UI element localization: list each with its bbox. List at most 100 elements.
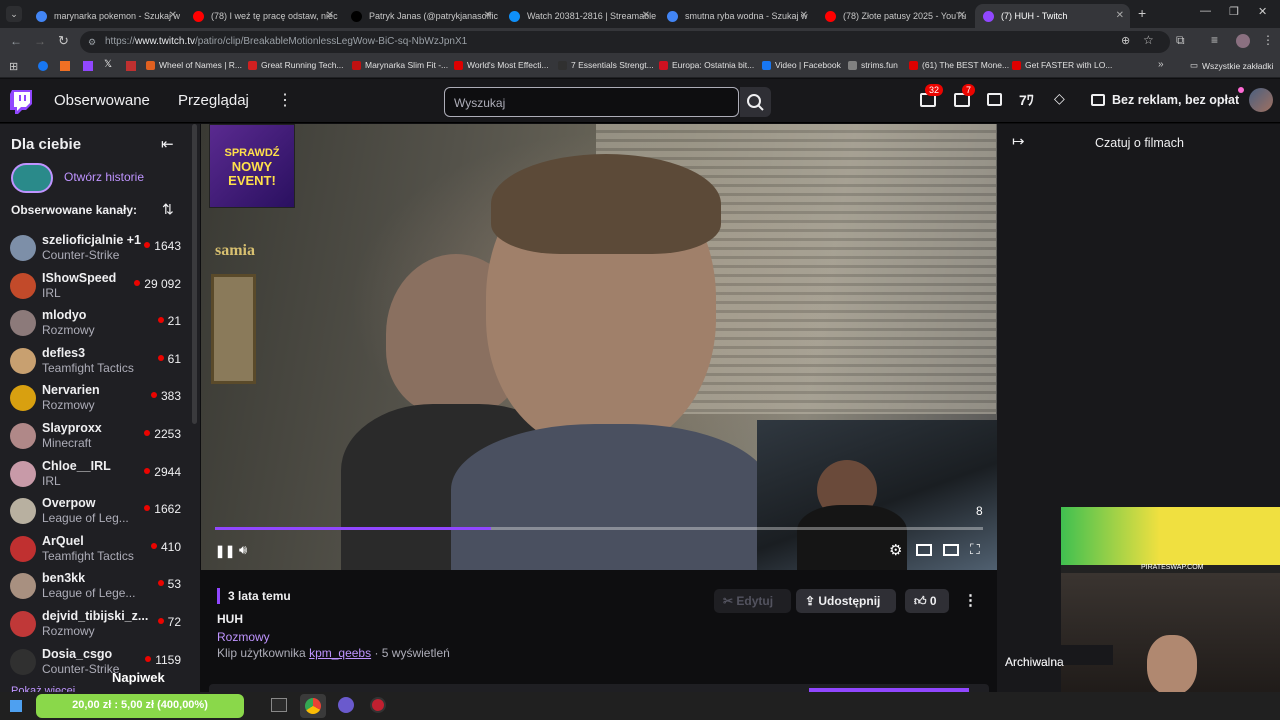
- bookmark-item[interactable]: World's Most Effecti...: [454, 60, 549, 70]
- close-tab-icon[interactable]: ✕: [169, 10, 177, 21]
- bookmark-item[interactable]: Marynarka Slim Fit -...: [352, 60, 448, 70]
- open-stories-link[interactable]: Otwórz historie: [64, 170, 144, 184]
- back-icon[interactable]: ←: [10, 34, 22, 48]
- nav-more-icon[interactable]: ⋮: [277, 90, 293, 110]
- media-controls-icon[interactable]: ≡: [1211, 33, 1218, 47]
- sidebar-channel-item[interactable]: Nervarien Rozmowy 383: [0, 381, 190, 418]
- sidebar-channel-item[interactable]: mlodyo Rozmowy 21: [0, 306, 190, 343]
- clip-category-link[interactable]: Rozmowy: [217, 630, 270, 644]
- url-field[interactable]: ⚙ https://www.twitch.tv/patiro/clip/Brea…: [80, 31, 1170, 53]
- whispers-icon[interactable]: [987, 93, 1002, 106]
- more-bookmarks-icon[interactable]: »: [1158, 59, 1164, 70]
- bookmark-item[interactable]: Europa: Ostatnia bit...: [659, 60, 754, 70]
- browser-tab[interactable]: Watch 20381-2816 | Streamable ✕: [501, 4, 656, 28]
- close-tab-icon[interactable]: ✕: [326, 10, 334, 21]
- browser-tab[interactable]: (7) HUH - Twitch ✕: [975, 4, 1130, 28]
- zoom-icon[interactable]: ⊕: [1121, 34, 1130, 47]
- more-options-icon[interactable]: ⋮: [963, 591, 978, 609]
- sidebar-channel-item[interactable]: ben3kk League of Lege... 53: [0, 569, 190, 606]
- windows-start-icon[interactable]: [10, 700, 22, 712]
- bookmark-item[interactable]: Great Running Tech...: [248, 60, 344, 70]
- close-tab-icon[interactable]: ✕: [484, 10, 492, 21]
- browser-tab[interactable]: marynarka pokemon - Szukaj w ✕: [28, 4, 183, 28]
- bookmark-item[interactable]: strims.fun: [848, 60, 898, 70]
- apps-grid-icon[interactable]: ⊞: [9, 60, 18, 73]
- pause-icon[interactable]: ❚❚: [215, 544, 235, 558]
- sidebar-channel-item[interactable]: ArQuel Teamfight Tactics 410: [0, 532, 190, 569]
- clip-author-link[interactable]: kpm_qeebs: [309, 646, 371, 660]
- profile-avatar[interactable]: [1236, 34, 1250, 48]
- volume-icon[interactable]: 🔊︎: [239, 542, 247, 558]
- fullscreen-icon[interactable]: ⛶: [970, 541, 980, 558]
- forward-icon[interactable]: →: [34, 34, 46, 48]
- stories-avatar[interactable]: [11, 163, 53, 193]
- new-tab-button[interactable]: +: [1138, 5, 1146, 21]
- twitch-logo-icon[interactable]: [10, 90, 32, 114]
- share-button[interactable]: ⇪ Udostępnij: [796, 589, 896, 613]
- sidebar-channel-item[interactable]: Overpow League of Leg... 1662: [0, 494, 190, 531]
- site-info-icon[interactable]: ⚙: [88, 31, 96, 53]
- promo-event-badge[interactable]: SPRAWDŹ NOWY EVENT!: [209, 124, 295, 208]
- bookmark-item[interactable]: (61) The BEST Mone...: [909, 60, 1009, 70]
- browser-tab[interactable]: smutna ryba wodna - Szukaj w ✕: [659, 4, 814, 28]
- ad-free-button[interactable]: Bez reklam, bez opłat: [1112, 93, 1239, 107]
- close-tab-icon[interactable]: ✕: [1116, 10, 1124, 21]
- video-player[interactable]: SPRAWDŹ NOWY EVENT! samia 8 ❚❚ 🔊︎ ⚙ ⛶: [201, 124, 997, 570]
- collapse-sidebar-icon[interactable]: ⇤: [161, 135, 174, 153]
- sidebar-channel-item[interactable]: defles3 Teamfight Tactics 61: [0, 344, 190, 381]
- search-button[interactable]: [740, 87, 771, 117]
- bookmark-item[interactable]: Get FASTER with LO...: [1012, 60, 1112, 70]
- sidebar-channel-item[interactable]: dejvid_tibijski_z... Rozmowy 72: [0, 607, 190, 644]
- browser-tab[interactable]: (78) I weź tę pracę odstaw, niec ✕: [185, 4, 340, 28]
- sidebar-channel-item[interactable]: Chloe__IRL IRL 2944: [0, 457, 190, 494]
- user-avatar[interactable]: [1249, 88, 1273, 112]
- browser-tab[interactable]: (78) Złote patusy 2025 - YouTu ✕: [817, 4, 972, 28]
- all-bookmarks[interactable]: ▭ Wszystkie zakładki: [1190, 60, 1273, 71]
- expand-chat-icon[interactable]: ↦: [1012, 132, 1025, 150]
- browser-tab[interactable]: Patryk Janas (@patrykjanasoffic ✕: [343, 4, 498, 28]
- sidebar-channel-item[interactable]: Slayproxx Minecraft 2253: [0, 419, 190, 456]
- close-window-button[interactable]: ✕: [1258, 5, 1267, 18]
- messenger-app-icon[interactable]: [338, 697, 354, 713]
- side-panel-icon[interactable]: [943, 544, 959, 556]
- x-icon[interactable]: 𝕏: [104, 59, 112, 70]
- obs-app-icon[interactable]: [370, 697, 386, 713]
- bookmark-item[interactable]: Wheel of Names | R...: [146, 60, 242, 70]
- search-input[interactable]: Wyszukaj: [444, 87, 739, 117]
- chrome-taskbar-active[interactable]: [300, 694, 326, 718]
- tab-favicon-icon: [193, 10, 204, 22]
- sidebar-channel-item[interactable]: szelioficjalnie +1 Counter-Strike 1643: [0, 231, 190, 268]
- minimize-button[interactable]: —: [1200, 5, 1211, 17]
- nav-browse-link[interactable]: Przeglądaj: [178, 92, 249, 109]
- search-icon: [747, 94, 764, 111]
- extensions-icon[interactable]: ⧉: [1176, 33, 1185, 48]
- browser-menu-icon[interactable]: ⋮: [1262, 33, 1274, 47]
- twitch-icon[interactable]: [83, 61, 93, 71]
- sidebar-channel-item[interactable]: IShowSpeed IRL 29 092: [0, 269, 190, 306]
- reload-icon[interactable]: ↻: [58, 33, 69, 49]
- like-button[interactable]: 👍︎ 0: [905, 589, 949, 613]
- bits-icon[interactable]: ◇: [1054, 90, 1065, 107]
- bookmark-item[interactable]: 7 Essentials Strengt...: [558, 60, 654, 70]
- theatre-mode-icon[interactable]: [916, 544, 932, 556]
- bookmark-icon-orange[interactable]: [60, 61, 70, 71]
- bookmark-icon-red[interactable]: [126, 61, 136, 71]
- bookmark-star-icon[interactable]: ☆: [1143, 33, 1154, 47]
- nav-following-link[interactable]: Obserwowane: [54, 92, 150, 109]
- sort-icon[interactable]: ⇅: [162, 201, 174, 218]
- facebook-icon[interactable]: [38, 61, 48, 71]
- restore-button[interactable]: ❐: [1229, 5, 1239, 18]
- terminal-app-icon[interactable]: [271, 698, 287, 712]
- close-tab-icon[interactable]: ✕: [642, 10, 650, 21]
- tab-search-button[interactable]: ⌄: [6, 6, 22, 22]
- bookmark-item[interactable]: Video | Facebook: [762, 60, 841, 70]
- seek-bar[interactable]: [215, 527, 983, 530]
- close-tab-icon[interactable]: ✕: [800, 10, 808, 21]
- translate-icon[interactable]: 7ﾜ: [1019, 90, 1034, 110]
- edit-button[interactable]: ✂ Edytuj: [714, 589, 791, 613]
- channel-category: Teamfight Tactics: [42, 360, 134, 375]
- close-tab-icon[interactable]: ✕: [958, 10, 966, 21]
- settings-icon[interactable]: ⚙: [889, 541, 902, 559]
- channel-avatar: [10, 573, 36, 600]
- sidebar-scrollbar[interactable]: [192, 124, 197, 424]
